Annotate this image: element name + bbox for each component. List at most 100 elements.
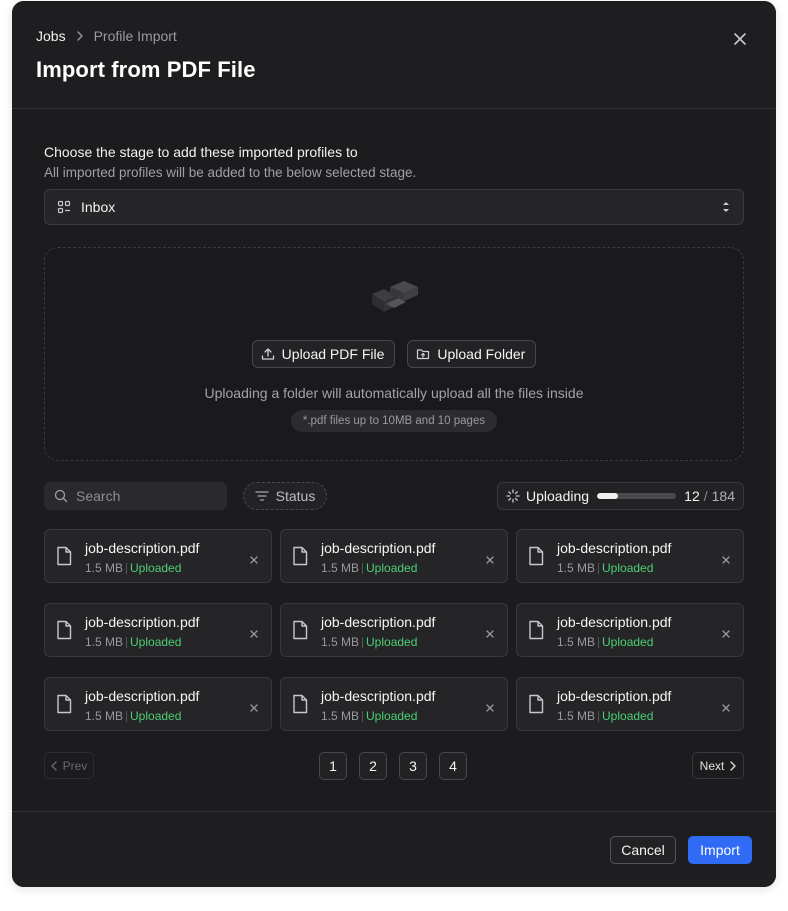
total-count: 184 [711,488,735,504]
file-name: job-description.pdf [85,540,200,556]
remove-file-icon[interactable] [721,626,731,644]
file-size: 1.5 MB [321,561,360,575]
file-card: job-description.pdf 1.5 MB Uploaded [516,677,744,731]
next-label: Next [699,758,725,773]
file-icon [55,694,73,719]
uploading-label: Uploading [526,488,590,504]
file-name: job-description.pdf [85,614,200,630]
import-button[interactable]: Import [688,836,752,864]
meta-divider [126,710,128,722]
dropzone-info: Uploading a folder will automatically up… [204,385,584,401]
chevron-right-icon [730,760,736,771]
file-icon [527,694,545,719]
folder-upload-icon [417,349,430,360]
uploaded-count: 12 [684,488,700,504]
file-name: job-description.pdf [321,614,436,630]
file-size: 1.5 MB [85,635,124,649]
file-icon [527,546,545,571]
file-name: job-description.pdf [85,688,200,704]
progress-bar-fill [597,493,619,499]
upload-pdf-file-button[interactable]: Upload PDF File [251,340,396,368]
remove-file-icon[interactable] [249,700,259,718]
file-size: 1.5 MB [321,635,360,649]
breadcrumb: Jobs Profile Import [36,28,177,44]
file-icon [55,546,73,571]
prev-label: Prev [62,758,88,773]
file-meta: 1.5 MB Uploaded [85,709,181,723]
chevron-right-icon [76,31,84,41]
page-2-button[interactable]: 2 [359,752,387,780]
remove-file-icon[interactable] [721,700,731,718]
file-meta: 1.5 MB Uploaded [321,561,417,575]
stage-select[interactable]: Inbox [44,189,744,225]
search-box[interactable] [44,482,227,510]
file-card: job-description.pdf 1.5 MB Uploaded [516,529,744,583]
remove-file-icon[interactable] [485,700,495,718]
file-status: Uploaded [602,709,654,723]
search-icon [54,489,68,503]
next-button[interactable]: Next [692,752,744,779]
file-size: 1.5 MB [85,709,124,723]
file-grid: job-description.pdf 1.5 MB Uploaded job-des… [44,529,744,731]
loading-spinner-icon [506,489,520,503]
meta-divider [362,710,364,722]
progress-bar [597,493,677,499]
file-size: 1.5 MB [85,561,124,575]
breadcrumb-jobs[interactable]: Jobs [36,28,66,44]
file-meta: 1.5 MB Uploaded [85,561,181,575]
cancel-button[interactable]: Cancel [610,836,676,864]
file-name: job-description.pdf [321,540,436,556]
chevron-up-down-icon [721,200,731,214]
prev-button[interactable]: Prev [44,752,94,779]
page-1-button[interactable]: 1 [319,752,347,780]
upload-dropzone[interactable]: Upload PDF File Upload Folder Uploading … [44,247,744,461]
file-limit-badge: *.pdf files up to 10MB and 10 pages [290,410,498,432]
stage-title: Choose the stage to add these imported p… [44,144,358,160]
stage-selected-value: Inbox [81,199,116,215]
file-status: Uploaded [366,561,418,575]
file-icon [291,546,309,571]
upload-buttons: Upload PDF File Upload Folder [45,340,743,368]
file-meta: 1.5 MB Uploaded [85,635,181,649]
stage-subtitle: All imported profiles will be added to t… [44,165,417,180]
count-separator: / [703,488,708,504]
file-name: job-description.pdf [557,540,672,556]
upload-folder-label: Upload Folder [437,346,526,362]
remove-file-icon[interactable] [485,626,495,644]
remove-file-icon[interactable] [249,552,259,570]
upload-icon [261,348,274,360]
breadcrumb-profile-import: Profile Import [93,28,177,44]
remove-file-icon[interactable] [721,552,731,570]
stage-icon [57,200,71,214]
file-status: Uploaded [602,561,654,575]
page-numbers: 1 2 3 4 [319,752,467,780]
page-3-button[interactable]: 3 [399,752,427,780]
file-status: Uploaded [130,709,182,723]
file-meta: 1.5 MB Uploaded [321,635,417,649]
file-card: job-description.pdf 1.5 MB Uploaded [280,603,508,657]
meta-divider [598,636,600,648]
status-filter-label: Status [275,488,316,504]
meta-divider [126,636,128,648]
meta-divider [126,562,128,574]
file-size: 1.5 MB [321,709,360,723]
meta-divider [598,710,600,722]
file-icon [291,694,309,719]
file-meta: 1.5 MB Uploaded [557,561,653,575]
file-icon [291,620,309,645]
page-4-button[interactable]: 4 [439,752,467,780]
file-meta: 1.5 MB Uploaded [557,635,653,649]
remove-file-icon[interactable] [485,552,495,570]
status-filter-button[interactable]: Status [243,482,327,510]
remove-file-icon[interactable] [249,626,259,644]
meta-divider [362,636,364,648]
file-size: 1.5 MB [557,561,596,575]
close-icon[interactable] [732,31,748,47]
upload-pdf-file-label: Upload PDF File [281,346,385,362]
upload-folder-button[interactable]: Upload Folder [407,340,537,368]
file-name: job-description.pdf [557,614,672,630]
file-card: job-description.pdf 1.5 MB Uploaded [280,677,508,731]
modal-title: Import from PDF File [36,57,256,82]
search-input[interactable] [76,488,216,504]
file-meta: 1.5 MB Uploaded [321,709,417,723]
